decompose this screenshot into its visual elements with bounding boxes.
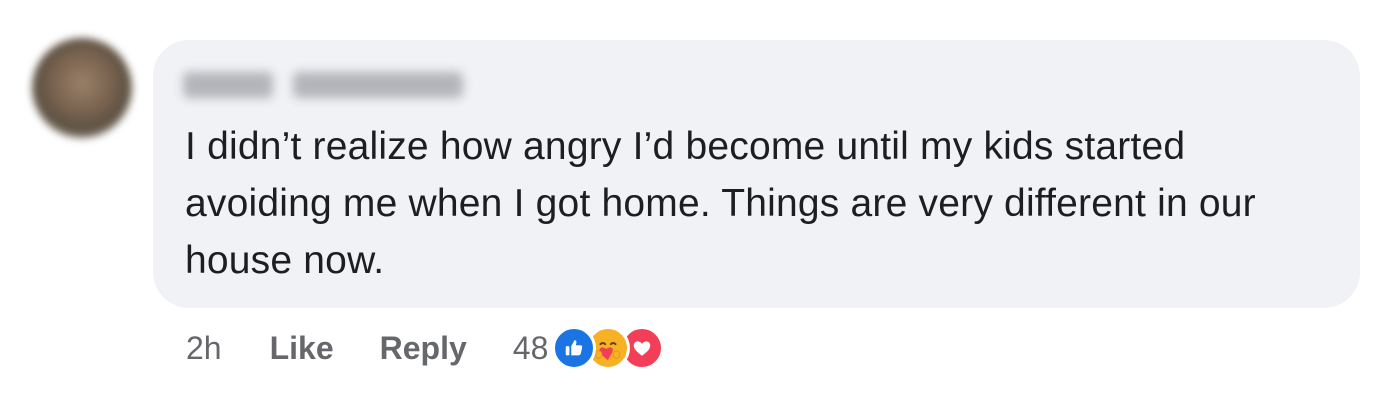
reactions-summary[interactable]: 48 [513,326,665,370]
author-first-name-blur [183,72,273,98]
comment: I didn’t realize how angry I’d become un… [0,0,1400,411]
author-last-name-blur [293,72,463,98]
like-reaction-icon [552,326,597,370]
reaction-count: 48 [512,329,549,366]
like-button[interactable]: Like [270,330,334,367]
comment-bubble: I didn’t realize how angry I’d become un… [153,40,1360,308]
timestamp[interactable]: 2h [186,330,222,367]
avatar[interactable] [32,38,132,138]
author-name-blurred [183,70,463,100]
comment-text: I didn’t realize how angry I’d become un… [185,125,1256,282]
reply-button[interactable]: Reply [380,330,467,367]
comment-actions: 2h Like Reply 48 [186,325,665,371]
reaction-icons [552,326,665,370]
